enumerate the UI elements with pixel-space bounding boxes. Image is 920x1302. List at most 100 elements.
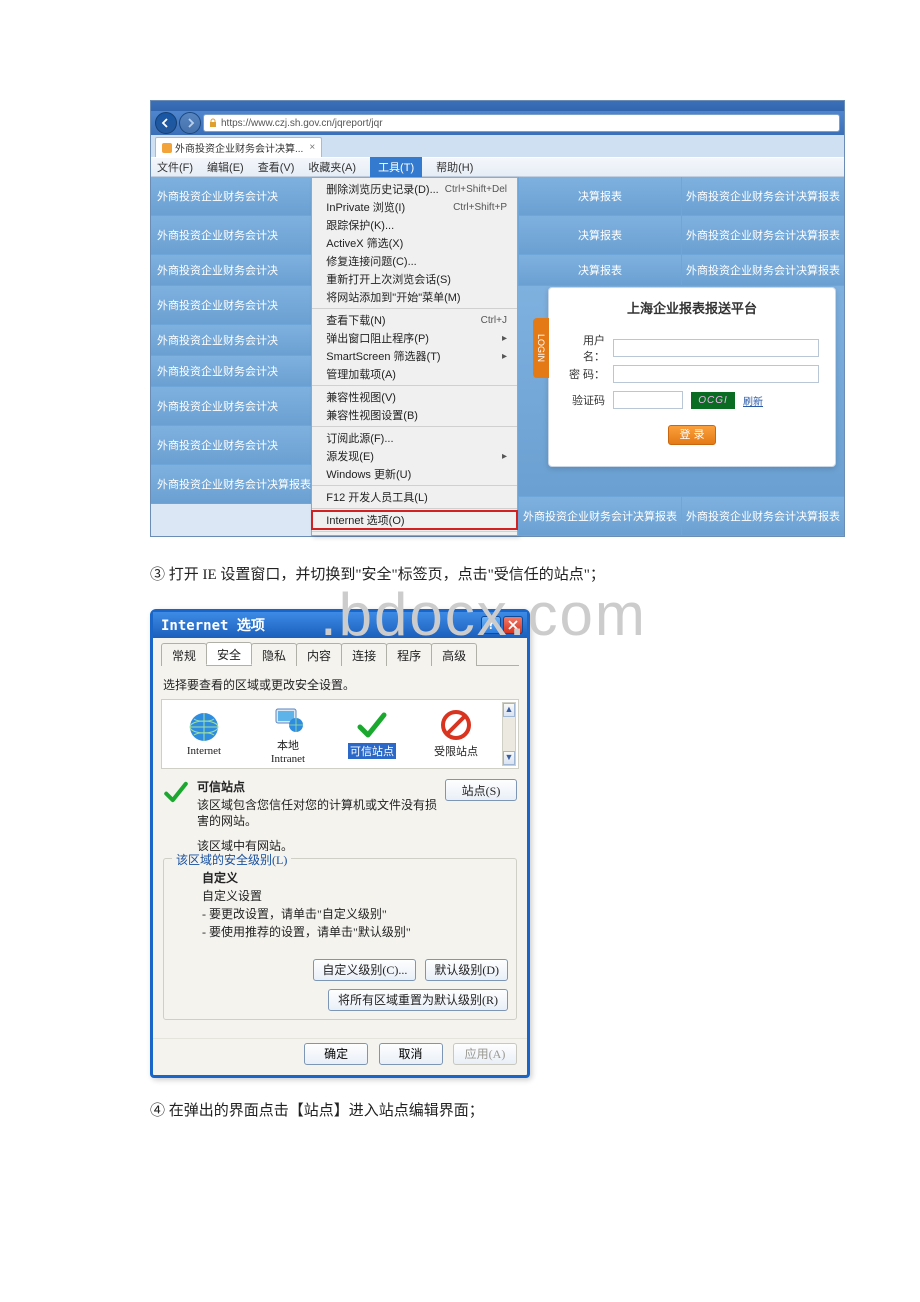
menu-view[interactable]: 查看(V) <box>258 159 295 175</box>
custom-subheading: 自定义设置 <box>202 887 508 905</box>
zone-selector: Internet 本地 Intranet 可信站点 受限站点 ▲ ▼ <box>161 699 519 769</box>
custom-line-1: - 要更改设置，请单击"自定义级别" <box>202 905 508 923</box>
menu-item-popup-blocker[interactable]: 弹出窗口阻止程序(P)▸ <box>312 329 517 347</box>
dialog-footer: 确定 取消 应用(A) <box>153 1038 527 1075</box>
table-cell: 外商投资企业财务会计决算报表 <box>681 177 844 215</box>
address-bar[interactable]: https://www.czj.sh.gov.cn/jqreport/jqr <box>203 114 840 132</box>
left-column: 外商投资企业财务会计决 外商投资企业财务会计决 外商投资企业财务会计决 外商投资… <box>151 177 311 536</box>
menu-item-f12-devtools[interactable]: F12 开发人员工具(L) <box>312 488 517 506</box>
table-cell: 外商投资企业财务会计决算报表 <box>681 216 844 254</box>
captcha-label: 验证码 <box>565 392 605 408</box>
password-label: 密 码： <box>565 366 605 382</box>
zone-info-title: 可信站点 <box>197 779 437 795</box>
default-level-button[interactable]: 默认级别(D) <box>425 959 508 981</box>
tab-privacy[interactable]: 隐私 <box>251 643 297 666</box>
left-row: 外商投资企业财务会计决 <box>151 286 311 325</box>
dialog-tabs: 常规 安全 隐私 内容 连接 程序 高级 <box>161 642 519 666</box>
checkmark-icon <box>163 779 189 805</box>
zone-prompt: 选择要查看的区域或更改安全设置。 <box>163 676 517 693</box>
menu-item-view-downloads[interactable]: 查看下载(N)Ctrl+J <box>312 311 517 329</box>
internet-options-dialog: Internet 选项 ? 常规 安全 隐私 内容 连接 程序 高级 选择要查看… <box>150 609 530 1078</box>
tab-content[interactable]: 内容 <box>296 643 342 666</box>
menu-item-windows-update[interactable]: Windows 更新(U) <box>312 465 517 483</box>
menu-item-activex-filter[interactable]: ActiveX 筛选(X) <box>312 234 517 252</box>
left-row: 外商投资企业财务会计决 <box>151 216 311 255</box>
zone-info-desc: 该区域包含您信任对您的计算机或文件没有损害的网站。 <box>197 797 437 829</box>
menu-item-smartscreen[interactable]: SmartScreen 筛选器(T)▸ <box>312 347 517 365</box>
menu-file[interactable]: 文件(F) <box>157 159 193 175</box>
menu-item-inprivate[interactable]: InPrivate 浏览(I)Ctrl+Shift+P <box>312 198 517 216</box>
login-button[interactable]: 登 录 <box>668 425 716 445</box>
scroll-down-icon[interactable]: ▼ <box>503 751 515 765</box>
window-title-strip <box>151 101 844 111</box>
left-row: 外商投资企业财务会计决 <box>151 426 311 465</box>
menu-edit[interactable]: 编辑(E) <box>207 159 244 175</box>
custom-level-button[interactable]: 自定义级别(C)... <box>313 959 416 981</box>
login-title: 上海企业报表报送平台 <box>565 298 819 317</box>
password-input[interactable] <box>613 365 819 383</box>
left-row: 外商投资企业财务会计决 <box>151 177 311 216</box>
table-cell: 外商投资企业财务会计决算报表 <box>681 497 844 535</box>
back-button[interactable] <box>155 112 177 134</box>
zone-scrollbar[interactable]: ▲ ▼ <box>502 702 516 766</box>
menu-help[interactable]: 帮助(H) <box>436 159 473 175</box>
favicon-icon <box>162 143 172 153</box>
zone-internet[interactable]: Internet <box>172 711 236 757</box>
menu-favorites[interactable]: 收藏夹(A) <box>308 159 356 175</box>
table-cell: 决算报表 <box>518 255 681 285</box>
checkmark-icon <box>356 709 388 741</box>
dialog-title-bar: Internet 选项 ? <box>153 612 527 638</box>
tab-programs[interactable]: 程序 <box>386 643 432 666</box>
tab-advanced[interactable]: 高级 <box>431 643 477 666</box>
captcha-refresh-link[interactable]: 刷新 <box>743 393 763 408</box>
browser-tab[interactable]: 外商投资企业财务会计决算... × <box>155 137 322 157</box>
browser-content: 外商投资企业财务会计决 外商投资企业财务会计决 外商投资企业财务会计决 外商投资… <box>151 177 844 536</box>
menu-item-compat-settings[interactable]: 兼容性视图设置(B) <box>312 406 517 424</box>
left-row: 外商投资企业财务会计决 <box>151 356 311 387</box>
ok-button[interactable]: 确定 <box>304 1043 368 1065</box>
menu-item-add-to-start[interactable]: 将网站添加到"开始"菜单(M) <box>312 288 517 306</box>
menu-item-reopen-last[interactable]: 重新打开上次浏览会话(S) <box>312 270 517 288</box>
zone-info-row: 可信站点 该区域包含您信任对您的计算机或文件没有损害的网站。 该区域中有网站。 … <box>163 779 517 854</box>
lock-icon <box>208 118 218 128</box>
custom-line-2: - 要使用推荐的设置，请单击"默认级别" <box>202 923 508 941</box>
menu-tools[interactable]: 工具(T) <box>370 157 422 177</box>
menu-item-fix-connection[interactable]: 修复连接问题(C)... <box>312 252 517 270</box>
right-column: 决算报表外商投资企业财务会计决算报表 决算报表外商投资企业财务会计决算报表 决算… <box>518 177 844 536</box>
menu-item-tracking-protection[interactable]: 跟踪保护(K)... <box>312 216 517 234</box>
menu-item-internet-options[interactable]: Internet 选项(O) <box>312 511 517 529</box>
captcha-input[interactable] <box>613 391 683 409</box>
cancel-button[interactable]: 取消 <box>379 1043 443 1065</box>
menu-item-feed-discovery[interactable]: 源发现(E)▸ <box>312 447 517 465</box>
menu-item-manage-addons[interactable]: 管理加载项(A) <box>312 365 517 383</box>
url-text: https://www.czj.sh.gov.cn/jqreport/jqr <box>221 118 383 129</box>
scroll-up-icon[interactable]: ▲ <box>503 703 515 717</box>
tab-close-button[interactable]: × <box>309 142 315 153</box>
tab-connections[interactable]: 连接 <box>341 643 387 666</box>
login-panel: LOGIN 上海企业报表报送平台 用户名： 密 码： 验证码 OCGI 刷新 登… <box>548 287 836 467</box>
instruction-step-3: ③ 打开 IE 设置窗口，并切换到"安全"标签页，点击"受信任的站点"； <box>150 562 770 589</box>
ie-browser-window: https://www.czj.sh.gov.cn/jqreport/jqr 外… <box>150 100 845 537</box>
sites-button[interactable]: 站点(S) <box>445 779 517 801</box>
username-input[interactable] <box>613 339 819 357</box>
tab-security[interactable]: 安全 <box>206 642 252 665</box>
menu-item-subscribe-feed[interactable]: 订阅此源(F)... <box>312 429 517 447</box>
nav-toolbar: https://www.czj.sh.gov.cn/jqreport/jqr <box>151 111 844 135</box>
reset-all-button[interactable]: 将所有区域重置为默认级别(R) <box>328 989 508 1011</box>
left-row: 外商投资企业财务会计决 <box>151 387 311 426</box>
tools-dropdown-menu: 删除浏览历史记录(D)...Ctrl+Shift+Del InPrivate 浏… <box>311 177 518 536</box>
help-button[interactable]: ? <box>481 616 501 634</box>
custom-heading: 自定义 <box>202 871 238 885</box>
close-button[interactable] <box>503 616 523 634</box>
zone-restricted[interactable]: 受限站点 <box>424 709 488 759</box>
apply-button[interactable]: 应用(A) <box>453 1043 517 1065</box>
tab-title: 外商投资企业财务会计决算... <box>175 140 303 155</box>
left-row: 外商投资企业财务会计决 <box>151 255 311 286</box>
menu-item-delete-history[interactable]: 删除浏览历史记录(D)...Ctrl+Shift+Del <box>312 180 517 198</box>
menu-bar: 文件(F) 编辑(E) 查看(V) 收藏夹(A) 工具(T) 帮助(H) <box>151 157 844 177</box>
zone-intranet[interactable]: 本地 Intranet <box>256 703 320 765</box>
menu-item-compat-view[interactable]: 兼容性视图(V) <box>312 388 517 406</box>
forward-button[interactable] <box>179 112 201 134</box>
tab-general[interactable]: 常规 <box>161 643 207 666</box>
zone-trusted[interactable]: 可信站点 <box>340 709 404 759</box>
